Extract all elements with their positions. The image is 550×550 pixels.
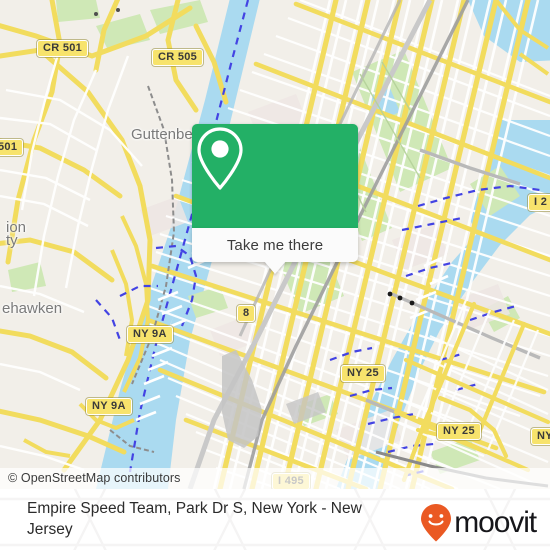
popup-pointer-tail (264, 261, 286, 274)
road-shield: NY 25 (341, 365, 385, 382)
popup-header (192, 124, 358, 228)
road-shield: NY 25 (437, 423, 481, 440)
place-label: ty (6, 232, 18, 249)
road-shield: CR 501 (37, 40, 89, 57)
road-shield: I 2 (528, 194, 550, 211)
road-shield: NY 9A (86, 398, 132, 415)
footer-bar: Empire Speed Team, Park Dr S, New York -… (0, 489, 550, 550)
map-page: CR 501CR 505501NY 9ANY 9A8NY 25NY 25I 49… (0, 0, 550, 550)
map-pin-icon (197, 127, 243, 190)
place-label: ehawken (2, 300, 63, 317)
road-shield: CR 505 (152, 49, 204, 66)
moovit-logo[interactable]: moovit (419, 503, 537, 543)
moovit-smiley-pin-icon (421, 504, 452, 542)
road-shield: 501 (0, 139, 24, 156)
take-me-there-label: Take me there (226, 236, 324, 254)
road-shield: NY 9A (127, 326, 173, 343)
take-me-there-button[interactable]: Take me there (192, 228, 358, 274)
map-canvas[interactable]: CR 501CR 505501NY 9ANY 9A8NY 25NY 25I 49… (0, 0, 550, 489)
moovit-wordmark: moovit (454, 506, 537, 539)
road-shield: 8 (237, 305, 256, 322)
page-title: Empire Speed Team, Park Dr S, New York -… (27, 500, 362, 538)
location-popup-card[interactable]: Take me there (192, 124, 358, 274)
osm-attribution[interactable]: © OpenStreetMap contributors (0, 468, 550, 489)
road-shield: NY (531, 428, 550, 445)
